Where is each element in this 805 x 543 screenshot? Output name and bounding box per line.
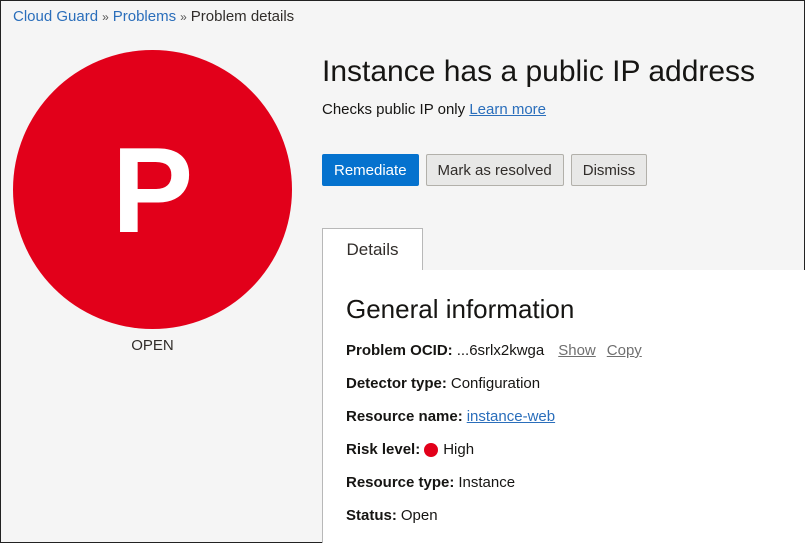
status-value: Open: [400, 507, 438, 524]
problem-ocid-value: ...6srlx2kwga: [456, 342, 545, 359]
detector-type-value: Configuration: [450, 375, 541, 392]
learn-more-link[interactable]: Learn more: [469, 101, 546, 118]
copy-ocid-link[interactable]: Copy: [607, 342, 642, 359]
problem-badge-letter: P: [111, 121, 194, 258]
mark-as-resolved-button[interactable]: Mark as resolved: [425, 154, 564, 186]
problem-description: Checks public IP only Learn more: [322, 101, 546, 118]
resource-type-row: Resource type: Instance: [346, 474, 515, 491]
risk-level-value: High: [443, 441, 475, 458]
problem-badge: P: [13, 50, 292, 329]
risk-level-dot-icon: [424, 442, 439, 457]
risk-level-label: Risk level:: [346, 441, 421, 458]
tab-details[interactable]: Details: [322, 228, 423, 271]
breadcrumb: Cloud Guard» Problems» Problem details: [13, 8, 294, 25]
page-title: Instance has a public IP address: [322, 55, 756, 88]
action-bar: Remediate Mark as resolved Dismiss: [322, 154, 648, 186]
show-ocid-link[interactable]: Show: [558, 342, 596, 359]
problem-ocid-label: Problem OCID:: [346, 342, 453, 359]
breadcrumb-separator: »: [180, 10, 187, 24]
description-text: Checks public IP only: [322, 101, 466, 118]
breadcrumb-cloud-guard[interactable]: Cloud Guard: [13, 8, 98, 25]
status-label: Status:: [346, 507, 397, 524]
dismiss-button[interactable]: Dismiss: [570, 154, 648, 186]
risk-level-row: Risk level: High: [346, 441, 474, 458]
details-panel: General information Problem OCID: ...6sr…: [322, 270, 805, 543]
remediate-button[interactable]: Remediate: [322, 154, 419, 186]
detector-type-label: Detector type:: [346, 375, 447, 392]
breadcrumb-current: Problem details: [190, 8, 295, 25]
status-row: Status: Open: [346, 507, 438, 524]
resource-type-value: Instance: [458, 474, 516, 491]
resource-name-link[interactable]: instance-web: [467, 408, 555, 425]
problem-state-label: OPEN: [131, 337, 174, 354]
breadcrumb-separator: »: [102, 10, 109, 24]
section-heading: General information: [346, 294, 575, 324]
resource-name-label: Resource name:: [346, 408, 463, 425]
breadcrumb-problems[interactable]: Problems: [113, 8, 176, 25]
detector-type-row: Detector type: Configuration: [346, 375, 540, 392]
problem-ocid-row: Problem OCID: ...6srlx2kwga Show Copy: [346, 342, 642, 359]
resource-name-row: Resource name: instance-web: [346, 408, 555, 425]
resource-type-label: Resource type:: [346, 474, 455, 491]
